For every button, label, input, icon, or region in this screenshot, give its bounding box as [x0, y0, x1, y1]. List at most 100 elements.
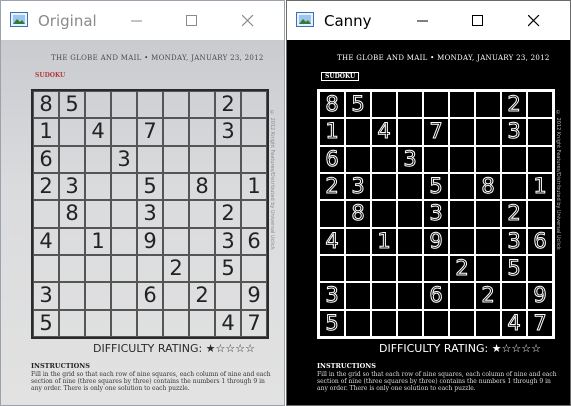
maximize-button[interactable]: [458, 6, 498, 36]
sudoku-cell: [501, 145, 527, 173]
sudoku-cell: [241, 145, 267, 173]
sudoku-cell: 2: [33, 173, 59, 201]
window-title: Canny: [324, 12, 372, 30]
sudoku-cell: [397, 255, 423, 283]
app-icon: [10, 12, 28, 27]
close-icon: [528, 15, 540, 27]
newspaper-header: THE GLOBE AND MAIL • MONDAY, JANUARY 23,…: [51, 54, 264, 62]
sudoku-cell: 6: [423, 282, 449, 310]
sudoku-cell: 1: [319, 118, 345, 146]
sudoku-cell: [371, 173, 397, 201]
sudoku-cell: [449, 200, 475, 228]
sudoku-cell: [501, 173, 527, 201]
sudoku-cell: 8: [345, 200, 371, 228]
sudoku-cell: 4: [501, 309, 527, 337]
sudoku-cell: 8: [475, 173, 501, 201]
sudoku-cell: [85, 282, 111, 310]
sudoku-cell: [501, 282, 527, 310]
sudoku-cell: [397, 282, 423, 310]
sudoku-cell: [371, 91, 397, 119]
sudoku-cell: 3: [319, 282, 345, 310]
sudoku-cell: [241, 118, 267, 146]
sudoku-cell: [59, 145, 85, 173]
sudoku-cell: 3: [215, 227, 241, 255]
sudoku-cell: [371, 309, 397, 337]
sudoku-cell: [475, 255, 501, 283]
sudoku-cell: 5: [215, 255, 241, 283]
sudoku-cell: [397, 309, 423, 337]
app-icon: [296, 12, 314, 27]
sudoku-cell: 6: [319, 145, 345, 173]
sudoku-cell: [397, 173, 423, 201]
sudoku-cell: 2: [501, 91, 527, 119]
sudoku-cell: 6: [241, 227, 267, 255]
sudoku-cell: 4: [33, 227, 59, 255]
sudoku-cell: 7: [527, 309, 553, 337]
maximize-icon: [472, 15, 483, 26]
sudoku-cell: 5: [59, 91, 85, 119]
sudoku-cell: [475, 118, 501, 146]
sudoku-cell: 8: [189, 173, 215, 201]
sudoku-cell: 5: [33, 309, 59, 337]
sudoku-cell: 1: [241, 173, 267, 201]
sudoku-cell: 4: [215, 309, 241, 337]
sudoku-cell: 1: [371, 227, 397, 255]
sudoku-cell: [189, 255, 215, 283]
sudoku-cell: [527, 255, 553, 283]
instructions-body: Fill in the grid so that each row of nin…: [31, 371, 271, 392]
sudoku-cell: [85, 173, 111, 201]
close-button[interactable]: [228, 6, 268, 36]
sudoku-cell: [85, 200, 111, 228]
sudoku-cell: [527, 118, 553, 146]
sudoku-cell: 8: [319, 91, 345, 119]
minimize-button[interactable]: [117, 6, 157, 36]
sudoku-cell: [33, 200, 59, 228]
sudoku-cell: [397, 227, 423, 255]
section-label: SUDOKU: [321, 72, 360, 81]
sudoku-cell: [189, 200, 215, 228]
sudoku-cell: [475, 91, 501, 119]
sudoku-cell: [33, 255, 59, 283]
sudoku-cell: [345, 145, 371, 173]
sudoku-cell: [345, 118, 371, 146]
sudoku-cell: [111, 173, 137, 201]
sudoku-cell: [189, 118, 215, 146]
maximize-button[interactable]: [172, 6, 212, 36]
sudoku-cell: 9: [527, 282, 553, 310]
sudoku-cell: [449, 145, 475, 173]
sudoku-cell: [397, 91, 423, 119]
sudoku-cell: 3: [501, 227, 527, 255]
sudoku-cell: [85, 309, 111, 337]
sudoku-cell: [111, 118, 137, 146]
minimize-icon: [417, 20, 428, 22]
sudoku-cell: [59, 309, 85, 337]
sudoku-cell: [59, 282, 85, 310]
sudoku-cell: 3: [137, 200, 163, 228]
sudoku-cell: 2: [189, 282, 215, 310]
maximize-icon: [186, 15, 197, 26]
title-bar[interactable]: Original: [1, 1, 284, 39]
sudoku-cell: [319, 200, 345, 228]
sudoku-cell: 4: [319, 227, 345, 255]
sudoku-cell: [527, 200, 553, 228]
sudoku-cell: [423, 255, 449, 283]
sudoku-cell: [111, 309, 137, 337]
title-bar[interactable]: Canny: [287, 1, 570, 39]
sudoku-cell: [215, 173, 241, 201]
sudoku-cell: 2: [215, 91, 241, 119]
sudoku-cell: [137, 255, 163, 283]
sudoku-cell: 6: [137, 282, 163, 310]
sudoku-cell: [527, 145, 553, 173]
sudoku-cell: [423, 145, 449, 173]
sudoku-cell: 6: [527, 227, 553, 255]
sudoku-cell: [371, 145, 397, 173]
window-title: Original: [38, 12, 97, 30]
sudoku-cell: 7: [137, 118, 163, 146]
sudoku-cell: 3: [423, 200, 449, 228]
sudoku-cell: 3: [397, 145, 423, 173]
sudoku-cell: [59, 118, 85, 146]
minimize-button[interactable]: [403, 6, 443, 36]
sudoku-cell: 2: [215, 200, 241, 228]
original-image: THE GLOBE AND MAIL • MONDAY, JANUARY 23,…: [1, 40, 284, 405]
close-button[interactable]: [514, 6, 554, 36]
